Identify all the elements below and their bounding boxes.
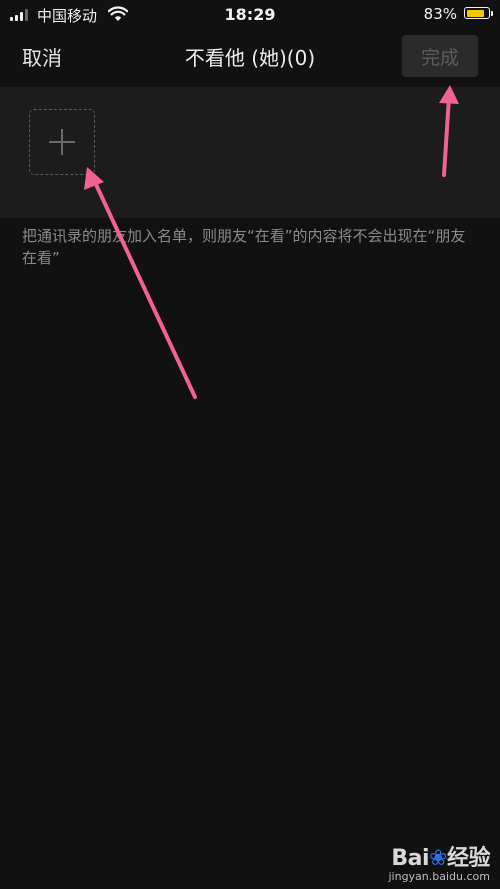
- battery-percent: 83%: [423, 5, 457, 23]
- add-member-button[interactable]: [29, 109, 95, 175]
- member-panel: [0, 87, 500, 218]
- watermark-logo: Bai❀经验: [391, 846, 490, 871]
- screen: 中国移动 18:29 83% 取消 不看他 (她)(0) 完成 把通讯录的朋友加…: [0, 0, 500, 889]
- watermark: Bai❀经验 jingyan.baidu.com: [388, 840, 490, 883]
- hint-text: 把通讯录的朋友加入名单，则朋友“在看”的内容将不会出现在“朋友在看”: [22, 227, 466, 267]
- watermark-url: jingyan.baidu.com: [388, 870, 490, 883]
- plus-icon: [49, 129, 75, 155]
- paw-icon: ❀: [429, 846, 447, 871]
- battery-level: [466, 9, 484, 17]
- done-button[interactable]: 完成: [402, 35, 478, 77]
- cancel-button[interactable]: 取消: [22, 42, 62, 71]
- battery-icon: [464, 7, 493, 19]
- nav-bar: 取消 不看他 (她)(0) 完成: [0, 28, 500, 86]
- status-bar: 中国移动 18:29 83%: [0, 0, 500, 28]
